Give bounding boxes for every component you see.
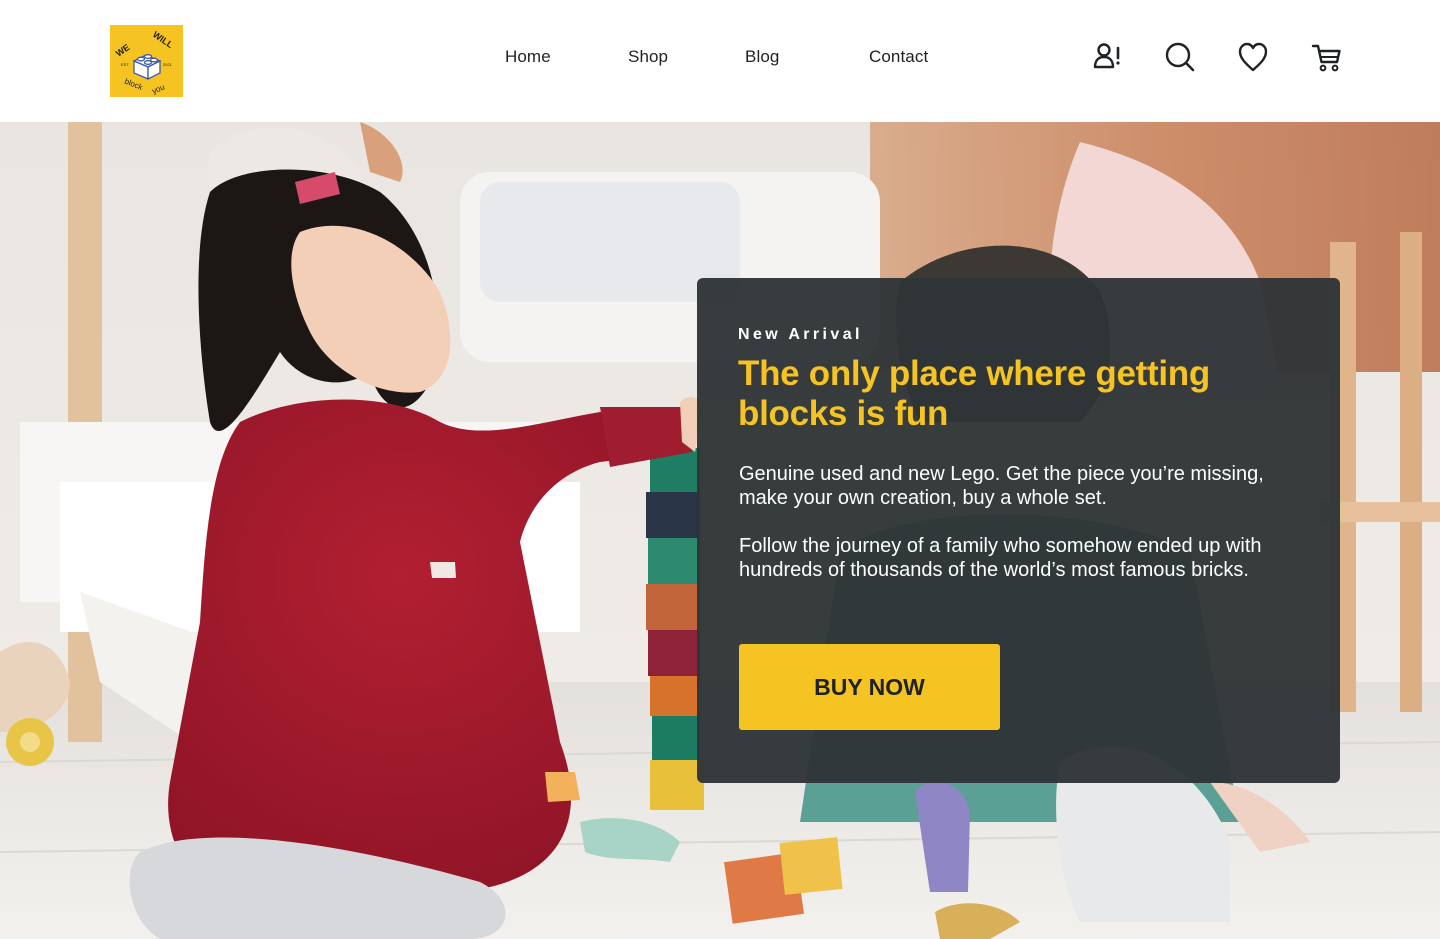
svg-text:EST.: EST. (121, 62, 129, 67)
cart-icon[interactable] (1308, 38, 1346, 76)
buy-now-button[interactable]: BUY NOW (739, 644, 1000, 730)
hero-headline: The only place where getting blocks is f… (738, 354, 1210, 433)
logo-brick-icon: WE WILL EST. 2021 block you (110, 25, 183, 97)
search-icon[interactable] (1161, 38, 1199, 76)
site-header: WE WILL EST. 2021 block you Home Shop Bl… (0, 0, 1440, 122)
nav-shop[interactable]: Shop (628, 45, 668, 69)
heart-icon[interactable] (1234, 38, 1272, 76)
eyebrow-label: New Arrival (738, 326, 863, 343)
nav-blog[interactable]: Blog (745, 45, 779, 69)
promo-card: New Arrival The only place where getting… (697, 278, 1340, 783)
hero-paragraph-2: Follow the journey of a family who someh… (739, 535, 1262, 581)
nav-contact[interactable]: Contact (869, 45, 928, 69)
brand-logo[interactable]: WE WILL EST. 2021 block you (110, 25, 183, 97)
hero-section: New Arrival The only place where getting… (0, 122, 1440, 939)
svg-text:2021: 2021 (163, 62, 173, 67)
hero-paragraph-1: Genuine used and new Lego. Get the piece… (739, 463, 1264, 509)
nav-home[interactable]: Home (505, 45, 551, 69)
account-alert-icon[interactable] (1088, 38, 1126, 76)
